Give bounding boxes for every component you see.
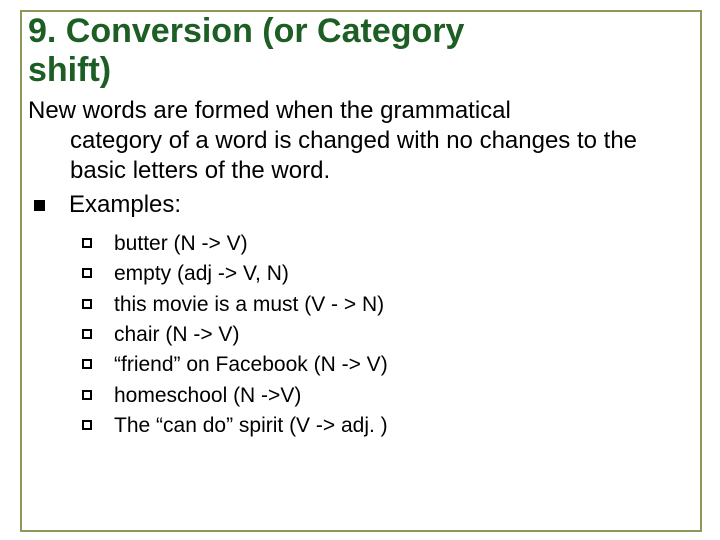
list-item: homeschool (N ->V) (82, 382, 698, 410)
intro-continuation: category of a word is changed with no ch… (70, 126, 698, 186)
examples-label: Examples: (69, 190, 181, 220)
intro-first-line: New words are formed when the grammatica… (28, 97, 511, 124)
hollow-square-icon (82, 299, 92, 309)
list-item: this movie is a must (V - > N) (82, 291, 698, 319)
hollow-square-icon (82, 238, 92, 248)
intro-paragraph: New words are formed when the grammatica… (28, 96, 698, 186)
example-text: “friend” on Facebook (N -> V) (114, 351, 388, 379)
title-line-2: shift) (28, 51, 111, 89)
list-item: “friend” on Facebook (N -> V) (82, 351, 698, 379)
list-item: chair (N -> V) (82, 321, 698, 349)
hollow-square-icon (82, 359, 92, 369)
examples-list: butter (N -> V) empty (adj -> V, N) this… (82, 230, 698, 440)
example-text: chair (N -> V) (114, 321, 239, 349)
example-text: The “can do” spirit (V -> adj. ) (114, 412, 388, 440)
example-text: butter (N -> V) (114, 230, 248, 258)
example-text: this movie is a must (V - > N) (114, 291, 384, 319)
square-bullet-icon (34, 200, 45, 211)
slide-body: New words are formed when the grammatica… (28, 96, 698, 442)
hollow-square-icon (82, 268, 92, 278)
list-item: empty (adj -> V, N) (82, 260, 698, 288)
list-item: The “can do” spirit (V -> adj. ) (82, 412, 698, 440)
example-text: homeschool (N ->V) (114, 382, 301, 410)
title-line-1: 9. Conversion (or Category (28, 12, 464, 50)
slide-title: 9. Conversion (or Category shift) (28, 12, 698, 90)
hollow-square-icon (82, 329, 92, 339)
example-text: empty (adj -> V, N) (114, 260, 289, 288)
slide: 9. Conversion (or Category shift) New wo… (0, 0, 720, 540)
hollow-square-icon (82, 390, 92, 400)
hollow-square-icon (82, 420, 92, 430)
list-item: butter (N -> V) (82, 230, 698, 258)
examples-heading-row: Examples: (28, 190, 698, 220)
